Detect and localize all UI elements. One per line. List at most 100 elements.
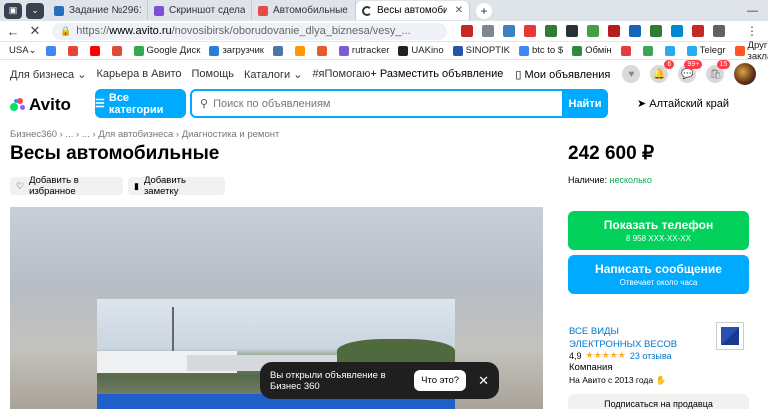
add-to-favorites-button[interactable]: ♡ Добавить в избранное bbox=[10, 175, 123, 197]
minimize-icon[interactable]: — bbox=[747, 5, 758, 17]
avito-logo[interactable]: Avito bbox=[10, 95, 71, 115]
avito-dots-icon bbox=[10, 98, 26, 112]
bookmark-item[interactable] bbox=[67, 45, 81, 56]
nav-career[interactable]: Карьера в Авито bbox=[96, 68, 181, 80]
all-categories-button[interactable]: ☰ Все категории bbox=[95, 89, 186, 118]
business360-popup: Вы открыли объявление в Бизнес 360 Что э… bbox=[260, 362, 499, 399]
close-icon[interactable]: ✕ bbox=[478, 373, 489, 389]
extension-icon[interactable] bbox=[608, 25, 620, 37]
bookmark-item[interactable] bbox=[89, 45, 103, 56]
browser-tab-bar: ▣ ⌄ Задание №2961451 - про Скриншот сдела… bbox=[0, 0, 768, 21]
back-icon[interactable]: ← bbox=[4, 24, 22, 39]
extension-icon[interactable] bbox=[524, 25, 536, 37]
extension-icon[interactable] bbox=[671, 25, 683, 37]
extension-icon[interactable] bbox=[545, 25, 557, 37]
seller-name-link[interactable]: ВСЕ ВИДЫ ЭЛЕКТРОННЫХ ВЕСОВ bbox=[569, 325, 689, 351]
bookmark-item[interactable]: Telegr bbox=[686, 45, 726, 56]
tab-favicon-icon bbox=[258, 5, 268, 16]
browser-tab[interactable]: Автомобильные весы - К bbox=[252, 1, 356, 20]
stop-icon[interactable]: ✕ bbox=[26, 23, 44, 39]
bookmark-item[interactable]: Google Диск bbox=[133, 45, 200, 56]
reviews-link[interactable]: 23 отзыва bbox=[630, 351, 672, 361]
post-ad-link[interactable]: + Разместить объявление bbox=[370, 68, 503, 80]
tab-label: Автомобильные весы - К bbox=[273, 5, 349, 16]
url-field[interactable]: 🔒 https://www.avito.ru/novosibirsk/oboru… bbox=[52, 22, 447, 40]
note-icon: ▮ bbox=[134, 180, 139, 191]
my-ads-link[interactable]: ▯ Мои объявления bbox=[515, 68, 610, 81]
browser-more-icon[interactable]: ⋮ bbox=[746, 24, 758, 38]
notifications-bell-icon[interactable]: 🔔 6 bbox=[650, 60, 675, 83]
medal-icon: ✋ bbox=[655, 375, 667, 385]
bookmark-item[interactable] bbox=[620, 45, 634, 56]
bookmark-favicon-icon bbox=[294, 45, 305, 56]
bookmark-favicon-icon bbox=[642, 45, 653, 56]
user-avatar[interactable] bbox=[734, 63, 757, 85]
seller-logo[interactable] bbox=[716, 322, 744, 350]
browser-menu-icon[interactable]: ▣ bbox=[4, 2, 22, 19]
subscribe-seller-button[interactable]: Подписаться на продавца bbox=[568, 394, 749, 409]
nav-ya-pomogayu[interactable]: #яПомогаю bbox=[312, 68, 370, 80]
close-tab-icon[interactable]: ✕ bbox=[455, 5, 463, 16]
bookmark-item[interactable] bbox=[45, 45, 59, 56]
bookmark-item[interactable] bbox=[272, 45, 286, 56]
lock-icon: 🔒 bbox=[60, 25, 72, 36]
seller-rating: 4,9 ★★★★★ 23 отзыва bbox=[569, 350, 672, 361]
browser-tab[interactable]: Задание №2961451 - про bbox=[48, 1, 148, 20]
tab-label: Задание №2961451 - про bbox=[69, 5, 141, 16]
favorites-heart-icon[interactable]: ♥ bbox=[622, 65, 641, 83]
url-path: /novosibirsk/oborudovanie_dlya_biznesa/v… bbox=[171, 25, 411, 37]
bookmark-item[interactable]: SINOPTIK bbox=[452, 45, 510, 56]
add-note-button[interactable]: ▮ Добавить заметку bbox=[128, 175, 225, 197]
cart-icon[interactable]: 🛍 15 bbox=[706, 60, 731, 83]
extension-icon[interactable] bbox=[587, 25, 599, 37]
tab-label: Скриншот сделан с помо bbox=[169, 5, 245, 16]
region-selector[interactable]: ➤ Алтайский край bbox=[637, 97, 729, 110]
bookmark-favicon-icon bbox=[452, 45, 463, 56]
write-message-button[interactable]: Написать сообщение Отвечает около часа bbox=[568, 255, 749, 294]
nav-catalogs[interactable]: Каталоги ⌄ bbox=[244, 68, 302, 81]
bookmark-item[interactable] bbox=[734, 45, 748, 56]
bookmark-favicon-icon bbox=[572, 45, 583, 56]
bookmark-item[interactable]: загрузчик bbox=[209, 45, 264, 56]
bookmark-item[interactable]: rutracker bbox=[338, 45, 389, 56]
bookmark-item[interactable] bbox=[294, 45, 308, 56]
extension-icon[interactable] bbox=[650, 25, 662, 37]
bookmark-favicon-icon bbox=[133, 45, 144, 56]
bookmark-item[interactable] bbox=[316, 45, 330, 56]
search-button[interactable]: Найти bbox=[562, 89, 608, 118]
new-tab-button[interactable]: + bbox=[476, 2, 492, 19]
bookmark-item[interactable] bbox=[664, 45, 678, 56]
extension-icon[interactable] bbox=[503, 25, 515, 37]
nav-help[interactable]: Помощь bbox=[192, 68, 235, 80]
bookmark-item[interactable] bbox=[111, 45, 125, 56]
tab-favicon-icon bbox=[154, 5, 164, 16]
bookmark-item[interactable]: UAKino bbox=[398, 45, 444, 56]
search-input[interactable] bbox=[213, 97, 574, 110]
bookmark-favicon-icon bbox=[316, 45, 327, 56]
what-is-it-button[interactable]: Что это? bbox=[414, 370, 467, 391]
breadcrumb[interactable]: Бизнес360 › ... › ... › Для автобизнеса … bbox=[10, 129, 279, 140]
bookmark-favicon-icon bbox=[620, 45, 631, 56]
other-bookmarks[interactable]: Другие закладки bbox=[748, 40, 768, 62]
bookmark-item[interactable]: btc to $ bbox=[518, 45, 563, 56]
extension-icon[interactable] bbox=[461, 25, 473, 37]
bookmark-item[interactable]: Обмін bbox=[572, 45, 612, 56]
seller-since: На Авито с 2013 года ✋ bbox=[569, 375, 667, 385]
messages-chat-icon[interactable]: 💬 99+ bbox=[678, 60, 703, 83]
bookmark-favicon-icon bbox=[338, 45, 349, 56]
browser-tab[interactable]: Скриншот сделан с помо bbox=[148, 1, 252, 20]
show-phone-button[interactable]: Показать телефон 8 958 XXX-XX-XX bbox=[568, 211, 749, 250]
extension-icon[interactable] bbox=[566, 25, 578, 37]
tab-list-icon[interactable]: ⌄ bbox=[26, 2, 44, 19]
extension-icon[interactable] bbox=[629, 25, 641, 37]
nav-business[interactable]: Для бизнеса ⌄ bbox=[10, 68, 86, 81]
extension-icon[interactable] bbox=[482, 25, 494, 37]
browser-tab[interactable]: Весы автомобильные ✕ bbox=[356, 1, 470, 20]
bookmark-item[interactable] bbox=[642, 45, 656, 56]
extension-icon[interactable] bbox=[692, 25, 704, 37]
bookmarks-bar: USA ⌄ Google Диск загрузчик rutracker UAKino… bbox=[0, 40, 768, 62]
bookmark-item[interactable]: USA ⌄ bbox=[9, 45, 37, 56]
location-arrow-icon: ➤ bbox=[637, 98, 647, 110]
cube-logo-icon bbox=[721, 327, 739, 345]
extension-icon[interactable] bbox=[713, 25, 725, 37]
